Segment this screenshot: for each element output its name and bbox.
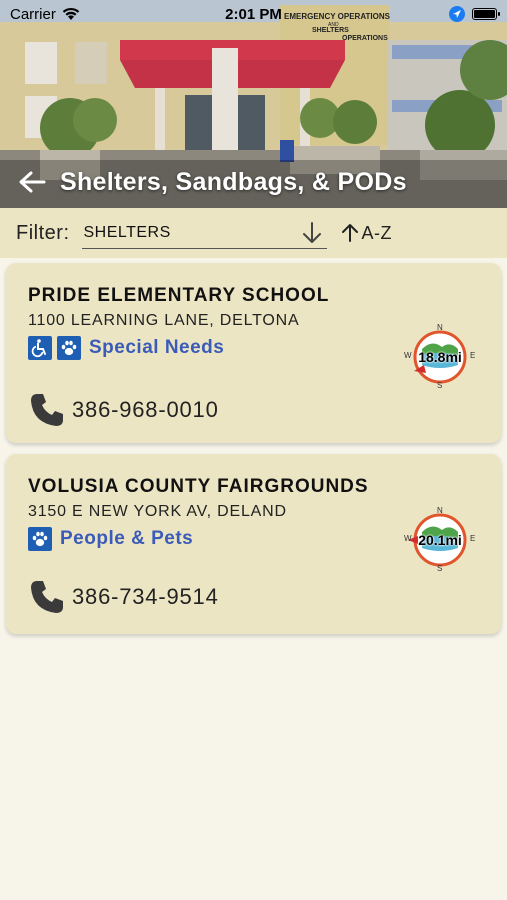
shelter-address: 1100 LEARNING LANE, DELTONA (28, 312, 300, 329)
filter-label: Filter: (16, 221, 70, 244)
compass-north: N (437, 506, 443, 515)
compass-north: N (437, 323, 443, 332)
distance-label: 18.8mi (418, 349, 462, 365)
wheelchair-icon (28, 336, 52, 360)
shelter-type-label: People & Pets (60, 528, 194, 549)
distance-compass[interactable]: N S W E 20.1mi (404, 506, 475, 573)
phone-link[interactable]: 386-968-0010 (28, 391, 219, 429)
location-arrow-icon (449, 6, 465, 22)
building-sign-line-4: OPERATIONS (342, 35, 388, 42)
arrow-up-icon (341, 224, 358, 242)
sort-button[interactable]: A-Z (341, 223, 393, 244)
phone-icon (31, 394, 63, 426)
distance-compass[interactable]: N S W E 18.8mi (404, 323, 475, 390)
paw-icon (57, 336, 81, 360)
shelter-name: PRIDE ELEMENTARY SCHOOL (28, 285, 330, 306)
arrow-down-icon (302, 222, 321, 243)
status-bar: Carrier 2:01 PM (0, 0, 507, 28)
phone-number: 386-968-0010 (72, 397, 219, 422)
filter-dropdown[interactable]: SHELTERS (81, 217, 327, 249)
back-arrow-icon (19, 171, 46, 193)
shelter-name: VOLUSIA COUNTY FAIRGROUNDS (28, 476, 369, 497)
back-button[interactable] (16, 166, 48, 198)
page-title: Shelters, Sandbags, & PODs (60, 167, 407, 196)
compass-south: S (437, 564, 443, 573)
building-sign-line-3: SHELTERS (312, 27, 349, 34)
compass-south: S (437, 381, 443, 390)
distance-label: 20.1mi (418, 532, 462, 548)
wifi-icon (62, 7, 80, 20)
phone-link[interactable]: 386-734-9514 (28, 578, 219, 616)
shelter-card[interactable]: VOLUSIA COUNTY FAIRGROUNDS 3150 E NEW YO… (6, 454, 501, 634)
phone-icon (31, 581, 63, 613)
shelter-type-label: Special Needs (89, 337, 225, 358)
shelter-card[interactable]: PRIDE ELEMENTARY SCHOOL 1100 LEARNING LA… (6, 263, 501, 443)
shelter-tags: People & Pets (28, 527, 193, 551)
filter-selected-value: SHELTERS (83, 223, 171, 241)
battery-icon (472, 8, 500, 20)
phone-number: 386-734-9514 (72, 584, 219, 609)
shelter-tags: Special Needs (28, 336, 224, 360)
carrier-label: Carrier (10, 5, 56, 23)
filter-bar: Filter: SHELTERS A-Z (0, 208, 507, 258)
paw-icon (28, 527, 52, 551)
sort-label: A-Z (361, 222, 392, 243)
header-banner: EMERGENCY OPERATIONS AND SHELTERS OPERAT… (0, 0, 507, 208)
shelter-address: 3150 E NEW YORK AV, DELAND (28, 503, 287, 520)
navigation-bar: Shelters, Sandbags, & PODs (0, 160, 507, 204)
